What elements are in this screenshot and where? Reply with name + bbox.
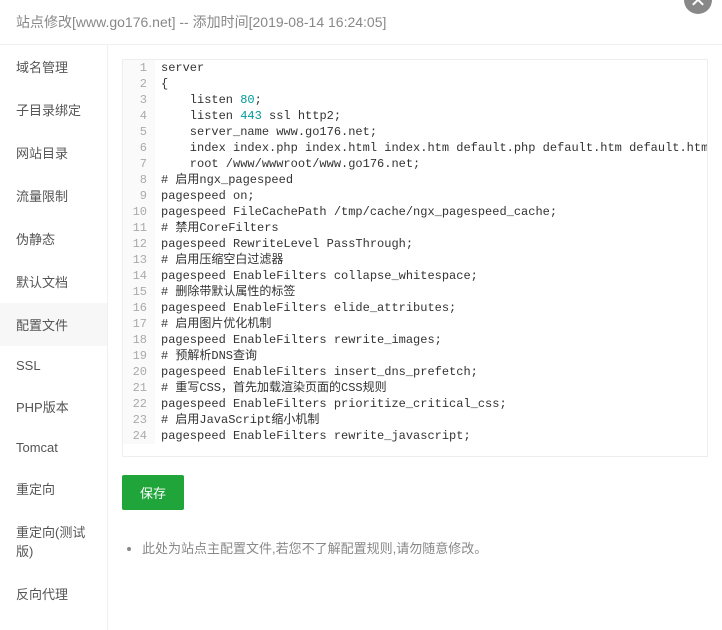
code-line: 18pagespeed EnableFilters rewrite_images… — [123, 332, 707, 348]
code-line: 8# 启用ngx_pagespeed — [123, 172, 707, 188]
code-line: 4 listen 443 ssl http2; — [123, 108, 707, 124]
code-line: 22pagespeed EnableFilters prioritize_cri… — [123, 396, 707, 412]
code-text: index index.php index.html index.htm def… — [155, 140, 708, 156]
code-line: 14pagespeed EnableFilters collapse_white… — [123, 268, 707, 284]
sidebar-item[interactable]: SSL — [0, 346, 107, 385]
code-text: pagespeed EnableFilters collapse_whitesp… — [155, 268, 478, 284]
line-number: 12 — [123, 236, 155, 252]
code-line: 15# 删除带默认属性的标签 — [123, 284, 707, 300]
code-line: 6 index index.php index.html index.htm d… — [123, 140, 707, 156]
sidebar-item[interactable]: 配置文件 — [0, 303, 107, 346]
sidebar-item[interactable]: 网站目录 — [0, 131, 107, 174]
code-line: 21# 重写CSS，首先加载渲染页面的CSS规则 — [123, 380, 707, 396]
line-number: 16 — [123, 300, 155, 316]
code-text: { — [155, 76, 168, 92]
code-text: # 启用图片优化机制 — [155, 316, 271, 332]
code-text: listen 443 ssl http2; — [155, 108, 341, 124]
sidebar-item[interactable]: 默认文档 — [0, 260, 107, 303]
code-text: # 禁用CoreFilters — [155, 220, 279, 236]
code-line: 12pagespeed RewriteLevel PassThrough; — [123, 236, 707, 252]
line-number: 5 — [123, 124, 155, 140]
line-number: 14 — [123, 268, 155, 284]
line-number: 8 — [123, 172, 155, 188]
line-number: 19 — [123, 348, 155, 364]
code-line: 3 listen 80; — [123, 92, 707, 108]
code-line: 11# 禁用CoreFilters — [123, 220, 707, 236]
line-number: 15 — [123, 284, 155, 300]
save-button[interactable]: 保存 — [122, 475, 184, 510]
sidebar-item[interactable]: 域名管理 — [0, 45, 107, 88]
code-text: # 启用ngx_pagespeed — [155, 172, 293, 188]
code-text: server_name www.go176.net; — [155, 124, 377, 140]
code-line: 5 server_name www.go176.net; — [123, 124, 707, 140]
code-text: # 预解析DNS查询 — [155, 348, 257, 364]
line-number: 23 — [123, 412, 155, 428]
line-number: 2 — [123, 76, 155, 92]
code-text: # 启用压缩空白过滤器 — [155, 252, 283, 268]
code-line: 17# 启用图片优化机制 — [123, 316, 707, 332]
code-line: 16pagespeed EnableFilters elide_attribut… — [123, 300, 707, 316]
sidebar-item[interactable]: 重定向 — [0, 467, 107, 510]
code-text: # 删除带默认属性的标签 — [155, 284, 295, 300]
code-line: 19# 预解析DNS查询 — [123, 348, 707, 364]
code-text: pagespeed EnableFilters elide_attributes… — [155, 300, 456, 316]
sidebar-item[interactable]: 子目录绑定 — [0, 88, 107, 131]
line-number: 9 — [123, 188, 155, 204]
code-text: pagespeed EnableFilters rewrite_images; — [155, 332, 442, 348]
code-line: 20pagespeed EnableFilters insert_dns_pre… — [123, 364, 707, 380]
sidebar: 域名管理子目录绑定网站目录流量限制伪静态默认文档配置文件SSLPHP版本Tomc… — [0, 45, 108, 630]
line-number: 11 — [123, 220, 155, 236]
code-text: # 重写CSS，首先加载渲染页面的CSS规则 — [155, 380, 387, 396]
code-text: pagespeed EnableFilters prioritize_criti… — [155, 396, 507, 412]
code-text: root /www/wwwroot/www.go176.net; — [155, 156, 420, 172]
code-text: # 启用JavaScript缩小机制 — [155, 412, 319, 428]
code-text: pagespeed EnableFilters rewrite_javascri… — [155, 428, 471, 444]
code-text: server — [155, 60, 204, 76]
line-number: 22 — [123, 396, 155, 412]
line-number: 10 — [123, 204, 155, 220]
line-number: 4 — [123, 108, 155, 124]
sidebar-item[interactable]: 防盗链 — [0, 615, 107, 630]
note-list: 此处为站点主配置文件,若您不了解配置规则,请勿随意修改。 — [128, 538, 708, 557]
line-number: 18 — [123, 332, 155, 348]
sidebar-item[interactable]: 伪静态 — [0, 217, 107, 260]
code-line: 10pagespeed FileCachePath /tmp/cache/ngx… — [123, 204, 707, 220]
sidebar-item[interactable]: 反向代理 — [0, 572, 107, 615]
line-number: 3 — [123, 92, 155, 108]
code-line: 9pagespeed on; — [123, 188, 707, 204]
line-number: 6 — [123, 140, 155, 156]
code-text: pagespeed FileCachePath /tmp/cache/ngx_p… — [155, 204, 557, 220]
sidebar-item[interactable]: Tomcat — [0, 428, 107, 467]
code-line: 1server — [123, 60, 707, 76]
code-text: pagespeed EnableFilters insert_dns_prefe… — [155, 364, 478, 380]
code-line: 7 root /www/wwwroot/www.go176.net; — [123, 156, 707, 172]
sidebar-item[interactable]: PHP版本 — [0, 385, 107, 428]
code-text: listen 80; — [155, 92, 262, 108]
code-line: 24pagespeed EnableFilters rewrite_javasc… — [123, 428, 707, 444]
code-line: 2{ — [123, 76, 707, 92]
line-number: 13 — [123, 252, 155, 268]
code-text: pagespeed on; — [155, 188, 255, 204]
code-line: 13# 启用压缩空白过滤器 — [123, 252, 707, 268]
line-number: 7 — [123, 156, 155, 172]
line-number: 1 — [123, 60, 155, 76]
line-number: 20 — [123, 364, 155, 380]
code-line: 23# 启用JavaScript缩小机制 — [123, 412, 707, 428]
line-number: 21 — [123, 380, 155, 396]
main-panel: 1server2{3 listen 80;4 listen 443 ssl ht… — [108, 45, 722, 630]
dialog-title: 站点修改[www.go176.net] -- 添加时间[2019-08-14 1… — [0, 0, 722, 45]
line-number: 17 — [123, 316, 155, 332]
sidebar-item[interactable]: 重定向(测试版) — [0, 510, 107, 572]
config-editor[interactable]: 1server2{3 listen 80;4 listen 443 ssl ht… — [122, 59, 708, 457]
note-item: 此处为站点主配置文件,若您不了解配置规则,请勿随意修改。 — [142, 538, 708, 557]
sidebar-item[interactable]: 流量限制 — [0, 174, 107, 217]
line-number: 24 — [123, 428, 155, 444]
code-text: pagespeed RewriteLevel PassThrough; — [155, 236, 413, 252]
